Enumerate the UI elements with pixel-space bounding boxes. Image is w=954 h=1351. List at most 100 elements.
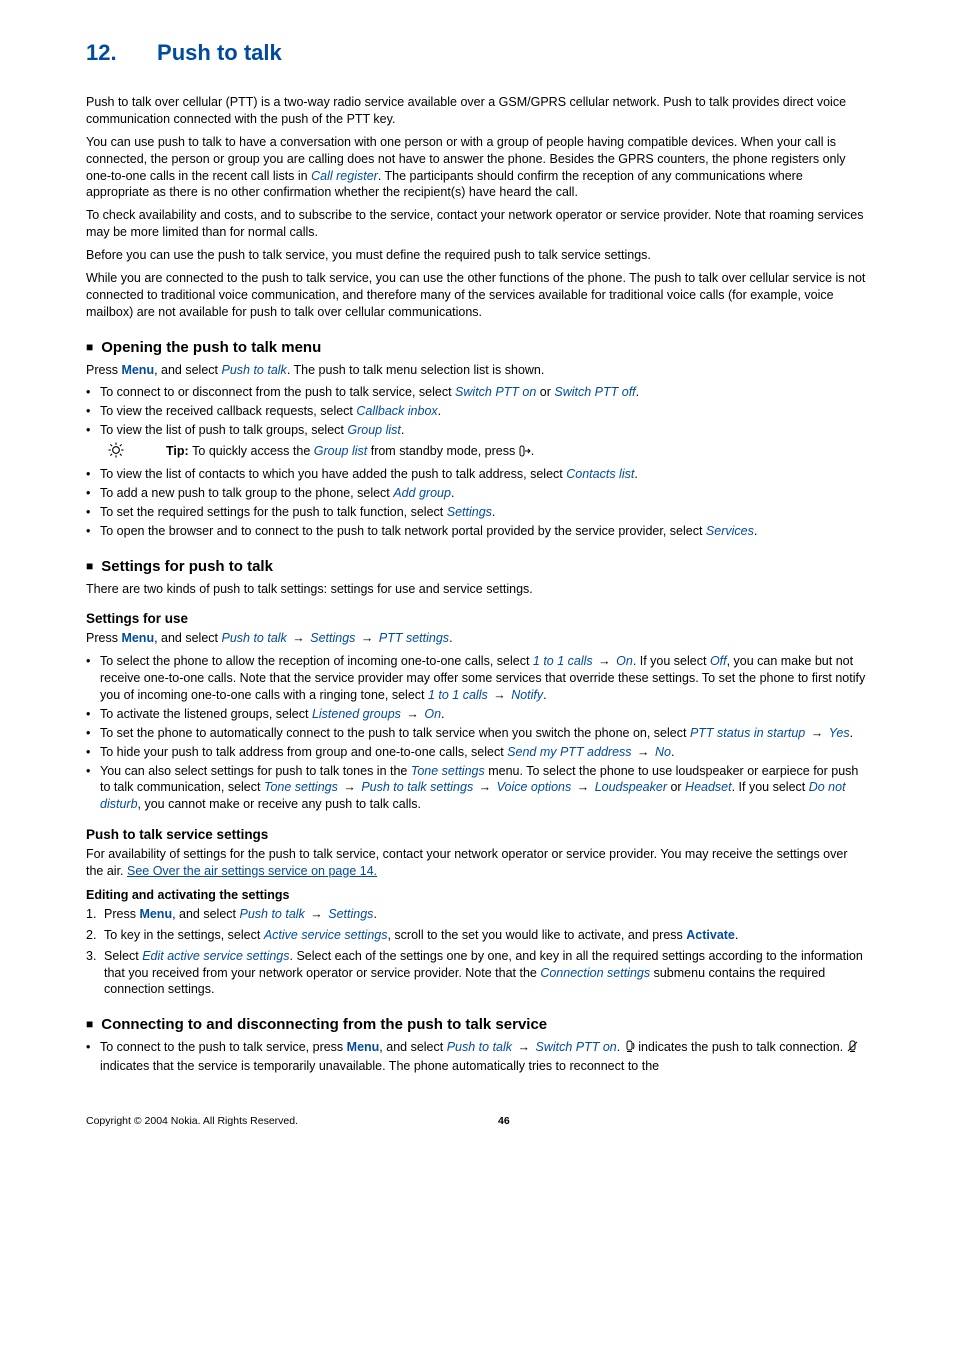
arrow-icon: → [287, 631, 310, 645]
arrow-icon: → [305, 907, 328, 921]
ota-link[interactable]: See Over the air settings service on pag… [127, 864, 377, 878]
use-lead: Press Menu, and select Push to talk → Se… [86, 630, 868, 647]
footer-copyright: Copyright © 2004 Nokia. All Rights Reser… [86, 1115, 298, 1127]
active-service-settings: Active service settings [264, 928, 388, 942]
on: On [424, 707, 441, 721]
settings: Settings [447, 505, 492, 519]
switch-ptt-on: Switch PTT on [535, 1040, 616, 1054]
tip-icon [100, 441, 132, 464]
arrow-icon: → [401, 707, 424, 721]
off: Off [710, 654, 727, 668]
settings: Settings [310, 631, 355, 645]
yes: Yes [829, 726, 850, 740]
no: No [655, 745, 671, 759]
list-item: Press Menu, and select Push to talk → Se… [86, 906, 868, 923]
menu-label: Menu [121, 363, 154, 377]
text: . [617, 1040, 624, 1054]
voice-options: Voice options [497, 780, 572, 794]
service-lead: For availability of settings for the pus… [86, 846, 868, 880]
text: indicates the push to talk connection. [635, 1040, 847, 1054]
list-item: To add a new push to talk group to the p… [86, 485, 868, 502]
add-group: Add group [393, 486, 451, 500]
intro-p3: To check availability and costs, and to … [86, 207, 868, 241]
text: Press [86, 631, 121, 645]
settings: Settings [328, 907, 373, 921]
listened-groups: Listened groups [312, 707, 401, 721]
one-to-one: 1 to 1 calls [533, 654, 593, 668]
intro-p2: You can use push to talk to have a conve… [86, 134, 868, 202]
text: To activate the listened groups, select [100, 707, 312, 721]
ptt-settings: PTT settings [379, 631, 449, 645]
push-to-talk-settings: Push to talk settings [361, 780, 473, 794]
list-item: To key in the settings, select Active se… [86, 927, 868, 944]
arrow-icon: → [473, 780, 496, 794]
section-settings: Settings for push to talk [86, 558, 868, 575]
text: Press [104, 907, 139, 921]
activate-label: Activate [686, 928, 735, 942]
list-item: To activate the listened groups, select … [86, 706, 868, 723]
list-item: Select Edit active service settings. Sel… [86, 948, 868, 999]
text: , and select [379, 1040, 446, 1054]
list-item: To connect to or disconnect from the pus… [86, 384, 868, 401]
text: , and select [172, 907, 239, 921]
list-item: To view the received callback requests, … [86, 403, 868, 420]
menu-label: Menu [121, 631, 154, 645]
tone-settings: Tone settings [411, 764, 485, 778]
list-item: To connect to the push to talk service, … [86, 1039, 868, 1075]
group-list: Group list [347, 423, 401, 437]
mini-edit: Editing and activating the settings [86, 888, 868, 902]
on: On [616, 654, 633, 668]
text: . The push to talk menu selection list i… [287, 363, 545, 377]
edit-active-service-settings: Edit active service settings [142, 949, 289, 963]
switch-ptt-on: Switch PTT on [455, 385, 536, 399]
text: Select [104, 949, 142, 963]
section-connecting: Connecting to and disconnecting from the… [86, 1016, 868, 1033]
text: To view the list of push to talk groups,… [100, 423, 347, 437]
arrow-icon: → [632, 745, 655, 759]
right-key-icon [519, 445, 531, 462]
headset: Headset [685, 780, 732, 794]
text: from standby mode, press [367, 444, 518, 458]
text: You can also select settings for push to… [100, 764, 411, 778]
connection-settings: Connection settings [540, 966, 650, 980]
contacts-list: Contacts list [566, 467, 634, 481]
section-opening: Opening the push to talk menu [86, 339, 868, 356]
call-register: Call register [311, 169, 378, 183]
arrow-icon: → [355, 631, 378, 645]
list-item: To open the browser and to connect to th… [86, 523, 868, 540]
push-to-talk: Push to talk [221, 631, 286, 645]
arrow-icon: → [338, 780, 361, 794]
text: To view the list of contacts to which yo… [100, 467, 566, 481]
arrow-icon: → [593, 654, 616, 668]
text: or [667, 780, 685, 794]
list-item: To view the list of contacts to which yo… [86, 466, 868, 483]
text: To view the received callback requests, … [100, 404, 356, 418]
text: To connect to or disconnect from the pus… [100, 385, 455, 399]
text: , and select [154, 363, 221, 377]
text: To set the phone to automatically connec… [100, 726, 690, 740]
text: indicates that the service is temporaril… [100, 1059, 659, 1073]
text: Press [86, 363, 121, 377]
switch-ptt-off: Switch PTT off [554, 385, 635, 399]
arrow-icon: → [512, 1040, 535, 1054]
text: . If you select [633, 654, 710, 668]
text: , and select [154, 631, 221, 645]
text: To add a new push to talk group to the p… [100, 486, 393, 500]
notify: Notify [511, 688, 543, 702]
send-my-ptt-address: Send my PTT address [507, 745, 631, 759]
menu-label: Menu [347, 1040, 380, 1054]
settings-lead: There are two kinds of push to talk sett… [86, 581, 868, 598]
ptt-status-startup: PTT status in startup [690, 726, 805, 740]
callback-inbox: Callback inbox [356, 404, 437, 418]
text: To select the phone to allow the recepti… [100, 654, 533, 668]
text: , scroll to the set you would like to ac… [387, 928, 686, 942]
list-item: To select the phone to allow the recepti… [86, 653, 868, 704]
text: To connect to the push to talk service, … [100, 1040, 347, 1054]
list-item: To hide your push to talk address from g… [86, 744, 868, 761]
loudspeaker: Loudspeaker [595, 780, 667, 794]
text: To key in the settings, select [104, 928, 264, 942]
intro-p1: Push to talk over cellular (PTT) is a tw… [86, 94, 868, 128]
text: , you cannot make or receive any push to… [138, 797, 421, 811]
tip-text: Tip: To quickly access the Group list fr… [132, 443, 534, 462]
ptt-connected-icon [624, 1040, 635, 1058]
